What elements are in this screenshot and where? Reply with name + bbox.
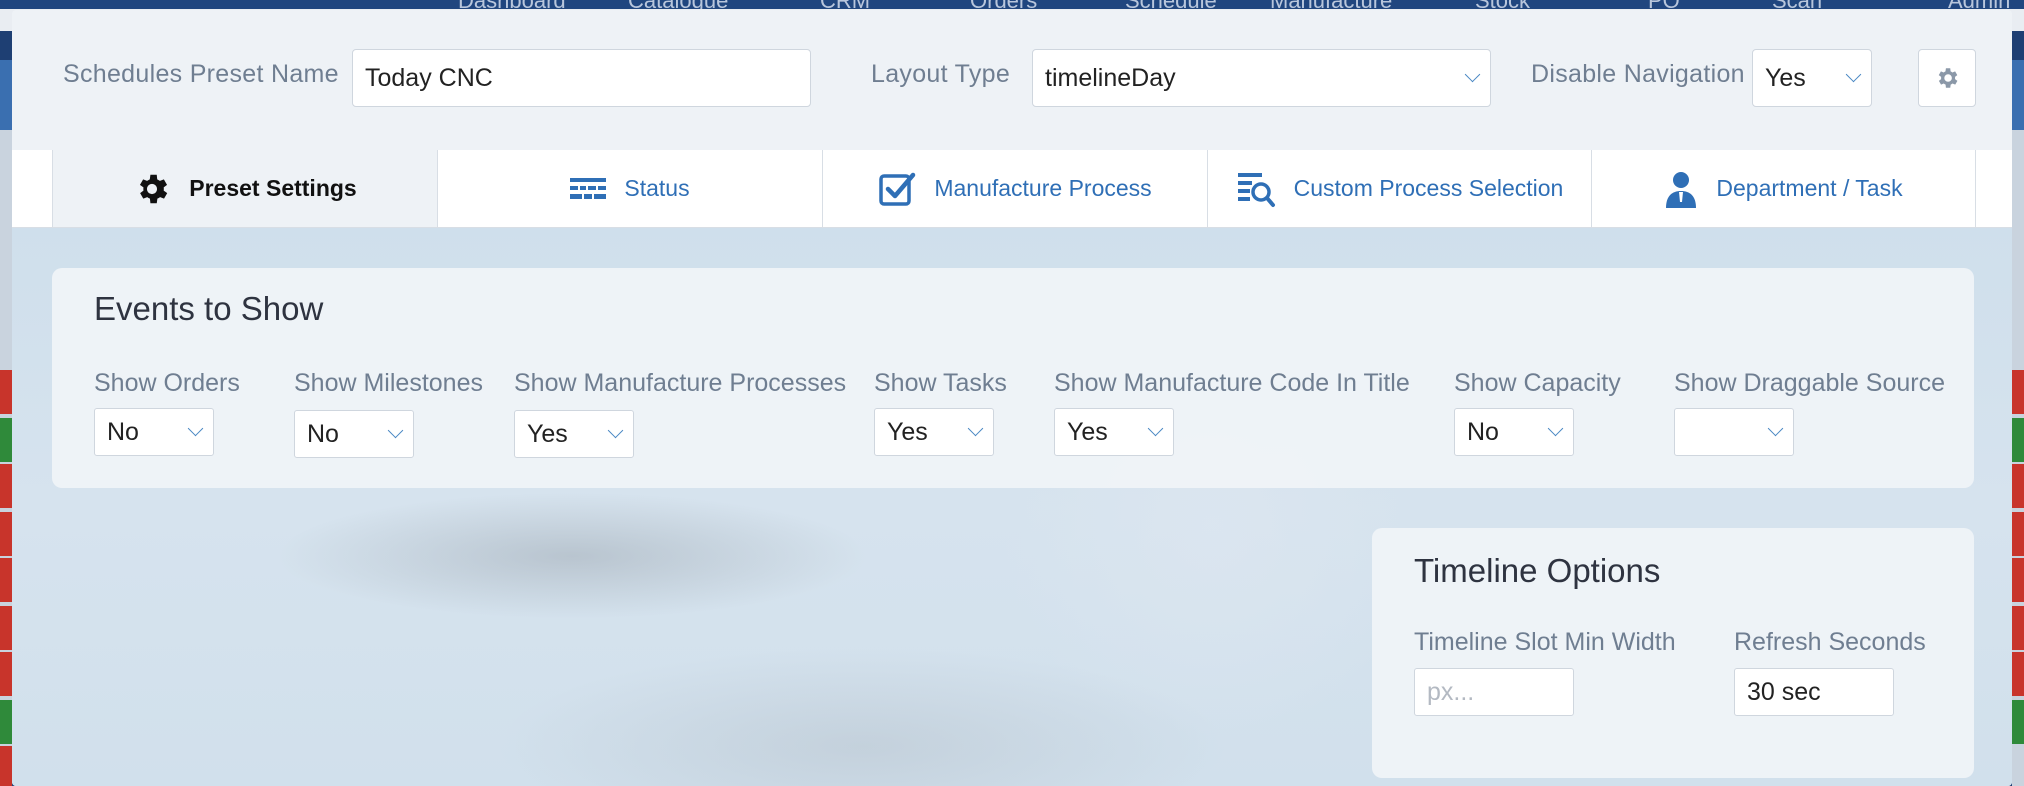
show-manufacture-processes-label: Show Manufacture Processes xyxy=(514,369,847,397)
layout-type-value: timelineDay xyxy=(1045,63,1176,92)
tab-label: Manufacture Process xyxy=(934,175,1152,201)
disable-navigation-value: Yes xyxy=(1765,63,1806,92)
panel-title: Events to Show xyxy=(94,290,324,327)
select-value: No xyxy=(107,417,139,446)
tab-label: Status xyxy=(624,175,690,201)
gear-icon xyxy=(133,170,171,208)
select-value: No xyxy=(307,419,339,448)
show-orders-label: Show Orders xyxy=(94,369,240,397)
bg-row xyxy=(2012,558,2024,602)
settings-button[interactable] xyxy=(1918,49,1976,107)
show-capacity-select[interactable]: No xyxy=(1454,408,1574,456)
bg-row xyxy=(0,418,12,462)
chevron-down-icon xyxy=(1464,66,1481,83)
bg-row xyxy=(2012,464,2024,508)
bg-row xyxy=(0,558,12,602)
schedule-preset-modal: Schedules Preset Name Today CNC Layout T… xyxy=(12,10,2012,786)
list-search-icon xyxy=(1236,170,1276,208)
timeline-slot-min-width-input[interactable]: px... xyxy=(1414,668,1574,716)
show-milestones-label: Show Milestones xyxy=(294,369,483,397)
chevron-down-icon xyxy=(967,420,984,437)
chevron-down-icon xyxy=(1147,420,1164,437)
bg-row xyxy=(2012,418,2024,462)
bg-row xyxy=(0,370,12,414)
bg-row xyxy=(2012,652,2024,696)
show-tasks-select[interactable]: Yes xyxy=(874,408,994,456)
tab-bar: Preset Settings Status Manufacture Proce… xyxy=(12,150,2012,228)
refresh-seconds-label: Refresh Seconds xyxy=(1734,628,1926,656)
bg-row xyxy=(0,512,12,556)
input-value: 30 sec xyxy=(1747,677,1821,706)
preset-name-input[interactable]: Today CNC xyxy=(352,49,811,107)
show-draggable-source-select[interactable] xyxy=(1674,408,1794,456)
refresh-seconds-input[interactable]: 30 sec xyxy=(1734,668,1894,716)
events-to-show-panel: Events to Show Show Orders No Show Miles… xyxy=(52,268,1974,488)
bg-row xyxy=(2012,512,2024,556)
chevron-down-icon xyxy=(1767,420,1784,437)
chevron-down-icon xyxy=(187,420,204,437)
tab-custom-process-selection[interactable]: Custom Process Selection xyxy=(1208,150,1592,227)
status-bars-icon xyxy=(570,176,607,202)
tab-manufacture-process[interactable]: Manufacture Process xyxy=(823,150,1208,227)
show-manufacture-processes-select[interactable]: Yes xyxy=(514,410,634,458)
preset-name-label: Schedules Preset Name xyxy=(63,60,339,88)
tab-status[interactable]: Status xyxy=(438,150,823,227)
show-manufacture-code-select[interactable]: Yes xyxy=(1054,408,1174,456)
chevron-down-icon xyxy=(607,422,624,439)
tab-department-task[interactable]: Department / Task xyxy=(1592,150,1976,227)
layout-type-select[interactable]: timelineDay xyxy=(1032,49,1491,107)
person-icon xyxy=(1664,170,1698,208)
bg-row xyxy=(0,700,12,744)
show-draggable-source-label: Show Draggable Source xyxy=(1674,369,1945,397)
layout-type-label: Layout Type xyxy=(871,60,1011,88)
chevron-down-icon xyxy=(1845,66,1862,83)
timeline-options-panel: Timeline Options Timeline Slot Min Width… xyxy=(1372,528,1974,778)
chevron-down-icon xyxy=(1547,420,1564,437)
bg-row xyxy=(2012,370,2024,414)
select-value: Yes xyxy=(887,417,928,446)
background-top-nav: Dashboard Catalogue CRM Orders Schedule … xyxy=(0,0,2024,13)
bg-row xyxy=(0,606,12,650)
show-manufacture-code-label: Show Manufacture Code In Title xyxy=(1054,369,1410,397)
bg-row xyxy=(2012,700,2024,744)
preset-name-value: Today CNC xyxy=(365,63,493,92)
show-tasks-label: Show Tasks xyxy=(874,369,1007,397)
show-orders-select[interactable]: No xyxy=(94,408,214,456)
tab-preset-settings[interactable]: Preset Settings xyxy=(52,150,438,227)
show-milestones-select[interactable]: No xyxy=(294,410,414,458)
timeline-slot-min-width-label: Timeline Slot Min Width xyxy=(1414,628,1676,656)
checkbox-icon xyxy=(878,170,916,208)
input-placeholder: px... xyxy=(1427,677,1475,706)
background-left-column xyxy=(0,130,12,786)
select-value: Yes xyxy=(527,419,568,448)
tab-label: Department / Task xyxy=(1716,175,1903,201)
disable-navigation-label: Disable Navigation xyxy=(1531,60,1745,88)
disable-navigation-select[interactable]: Yes xyxy=(1752,49,1872,107)
background-right-column xyxy=(2012,130,2024,786)
bg-row xyxy=(2012,606,2024,650)
tab-label: Preset Settings xyxy=(189,175,357,201)
select-value: No xyxy=(1467,417,1499,446)
gear-icon xyxy=(1938,68,1958,88)
panel-title: Timeline Options xyxy=(1414,552,1661,589)
bg-row xyxy=(0,746,12,786)
select-value: Yes xyxy=(1067,417,1108,446)
chevron-down-icon xyxy=(387,422,404,439)
tab-label: Custom Process Selection xyxy=(1293,175,1564,201)
bg-row xyxy=(0,464,12,508)
show-capacity-label: Show Capacity xyxy=(1454,369,1621,397)
bg-row xyxy=(0,652,12,696)
